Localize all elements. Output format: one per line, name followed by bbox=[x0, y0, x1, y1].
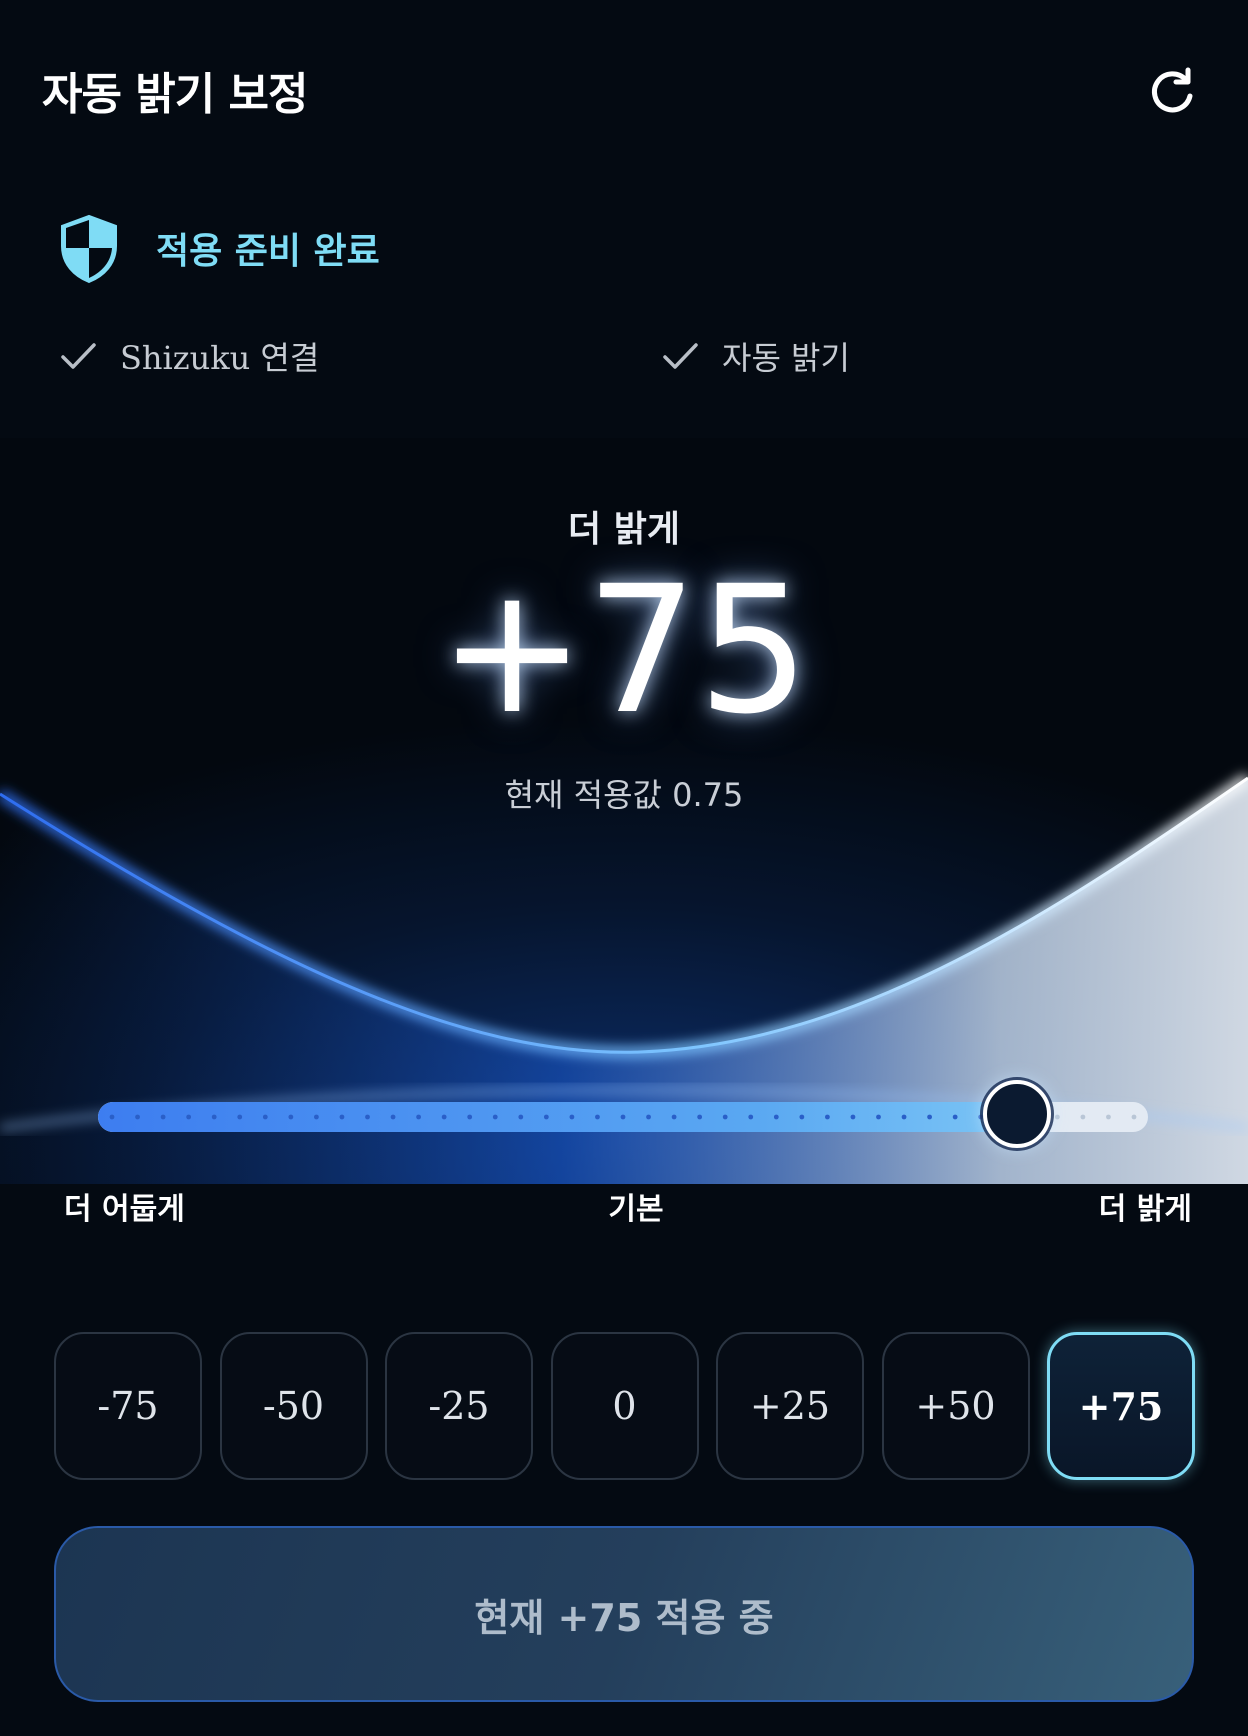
brightness-value: +75 bbox=[438, 548, 810, 753]
check-shizuku: Shizuku 연결 bbox=[58, 334, 319, 378]
scale-label-brighter: 더 밝게 bbox=[1098, 1192, 1192, 1227]
slider-tick-dot bbox=[569, 1114, 575, 1120]
slider-tick-dot bbox=[492, 1114, 498, 1120]
check-label: 자동 밝기 bbox=[722, 339, 850, 377]
apply-button[interactable]: 현재 +75 적용 중 bbox=[54, 1526, 1194, 1702]
slider-tick-dot bbox=[773, 1114, 779, 1120]
slider-tick-dot bbox=[697, 1114, 703, 1120]
slider-tick-dot bbox=[825, 1114, 830, 1120]
scale-label-default: 기본 bbox=[608, 1192, 664, 1227]
status-row: 적용 준비 완료 bbox=[58, 210, 380, 286]
slider-thumb[interactable] bbox=[982, 1080, 1051, 1148]
slider-tick-dot bbox=[160, 1114, 166, 1120]
status-text: 적용 준비 완료 bbox=[156, 231, 380, 272]
slider-tick-dot bbox=[1131, 1114, 1137, 1120]
shield-icon bbox=[61, 214, 117, 284]
slider-tick-dot bbox=[901, 1114, 907, 1120]
slider-tick-dot bbox=[799, 1114, 805, 1120]
preset-button[interactable]: -75 bbox=[54, 1332, 202, 1480]
slider-tick-dot bbox=[339, 1114, 345, 1120]
slider-tick-dot bbox=[595, 1114, 600, 1120]
check-label: Shizuku 연결 bbox=[120, 339, 320, 377]
slider-tick-dot bbox=[288, 1114, 294, 1120]
slider-tick-dot bbox=[135, 1114, 140, 1120]
slider-tick-dot bbox=[211, 1114, 217, 1120]
slider-tick-dot bbox=[314, 1114, 319, 1120]
slider-tick-dot bbox=[876, 1114, 881, 1120]
slider-tick-dot bbox=[1080, 1114, 1086, 1120]
check-icon bbox=[61, 343, 96, 369]
applied-value-text: 현재 적용값 0.75 bbox=[504, 776, 744, 814]
brightness-hero: 더 밝게 +75 현재 적용값 0.75 bbox=[0, 438, 1248, 1184]
brightness-slider[interactable] bbox=[98, 1080, 1148, 1148]
preset-button[interactable]: -25 bbox=[385, 1332, 533, 1480]
app-header: 자동 밝기 보정 bbox=[0, 0, 1248, 180]
slider-tick-dot bbox=[262, 1114, 268, 1120]
preset-button[interactable]: 0 bbox=[550, 1332, 699, 1480]
slider-tick-dot bbox=[365, 1114, 370, 1120]
slider-tick-dot bbox=[722, 1114, 728, 1120]
slider-tick-dot bbox=[237, 1114, 243, 1120]
slider-tick-dot bbox=[1054, 1114, 1060, 1120]
slider-tick-dot bbox=[1106, 1114, 1111, 1120]
hero-direction-label: 더 밝게 bbox=[568, 509, 680, 550]
slider-tick-dot bbox=[109, 1114, 115, 1120]
slider-tick-dot bbox=[646, 1114, 651, 1120]
preset-buttons: -75 -50 -25 0 +25 +50 +75 bbox=[54, 1332, 1195, 1482]
slider-tick-dot bbox=[620, 1114, 626, 1120]
slider-tick-dot bbox=[416, 1114, 421, 1120]
slider-tick-dot bbox=[543, 1114, 549, 1120]
check-icon bbox=[663, 343, 698, 369]
slider-tick-dot bbox=[441, 1114, 447, 1120]
slider-tick-dot bbox=[927, 1114, 932, 1120]
preset-button[interactable]: +50 bbox=[881, 1332, 1030, 1480]
slider-tick-dot bbox=[850, 1114, 856, 1120]
preset-button[interactable]: -50 bbox=[219, 1332, 368, 1480]
slider-tick-dot bbox=[671, 1114, 677, 1120]
slider-tick-dot bbox=[952, 1114, 958, 1120]
slider-tick-dot bbox=[748, 1114, 754, 1120]
refresh-icon bbox=[1152, 67, 1193, 113]
slider-tick-dot bbox=[467, 1114, 473, 1120]
preset-button[interactable]: +75 bbox=[1047, 1332, 1195, 1480]
refresh-button[interactable] bbox=[1146, 66, 1198, 118]
slider-tick-dot bbox=[390, 1114, 396, 1120]
page-title: 자동 밝기 보정 bbox=[42, 69, 309, 120]
slider-tick-dot bbox=[518, 1114, 524, 1120]
check-auto-brightness: 자동 밝기 bbox=[660, 334, 850, 378]
slider-tick-dot bbox=[186, 1114, 192, 1120]
preset-button[interactable]: +25 bbox=[716, 1332, 864, 1480]
